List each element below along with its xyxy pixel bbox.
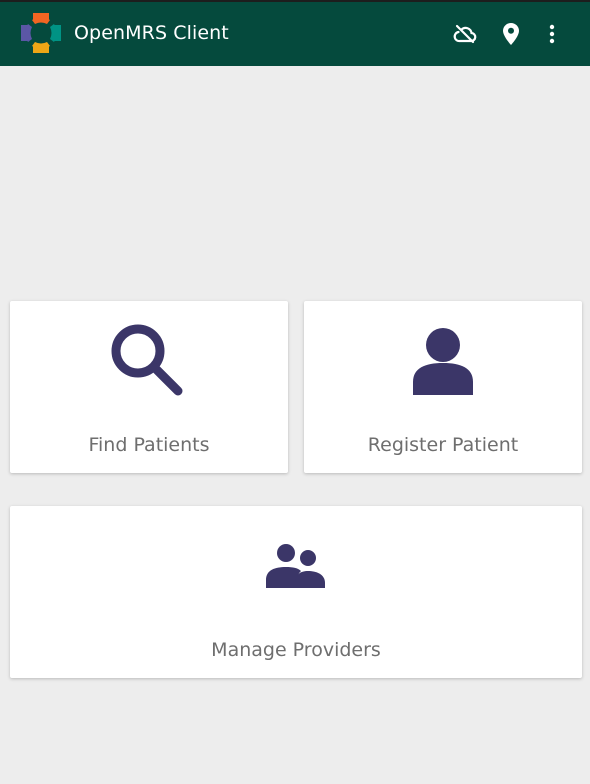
register-patient-tile[interactable]: Register Patient (304, 301, 582, 473)
more-vert-icon (549, 24, 555, 44)
manage-providers-label: Manage Providers (211, 639, 381, 661)
cloud-off-icon (453, 24, 477, 44)
sync-status-button[interactable] (451, 20, 479, 48)
app-bar: OpenMRS Client (0, 0, 590, 66)
person-icon (413, 328, 473, 395)
home-screen: OpenMRS Client Find Patients Register Pa… (0, 0, 590, 784)
register-patient-label: Register Patient (367, 434, 519, 456)
find-patients-label: Find Patients (88, 434, 210, 456)
location-pin-icon (503, 23, 519, 45)
location-button[interactable] (497, 20, 525, 48)
app-title: OpenMRS Client (74, 22, 229, 44)
overflow-menu-button[interactable] (538, 20, 566, 48)
find-patients-tile[interactable]: Find Patients (10, 301, 288, 473)
search-icon (111, 324, 183, 396)
people-icon (266, 544, 325, 588)
manage-providers-tile[interactable]: Manage Providers (10, 506, 582, 678)
openmrs-logo-icon (21, 13, 61, 53)
